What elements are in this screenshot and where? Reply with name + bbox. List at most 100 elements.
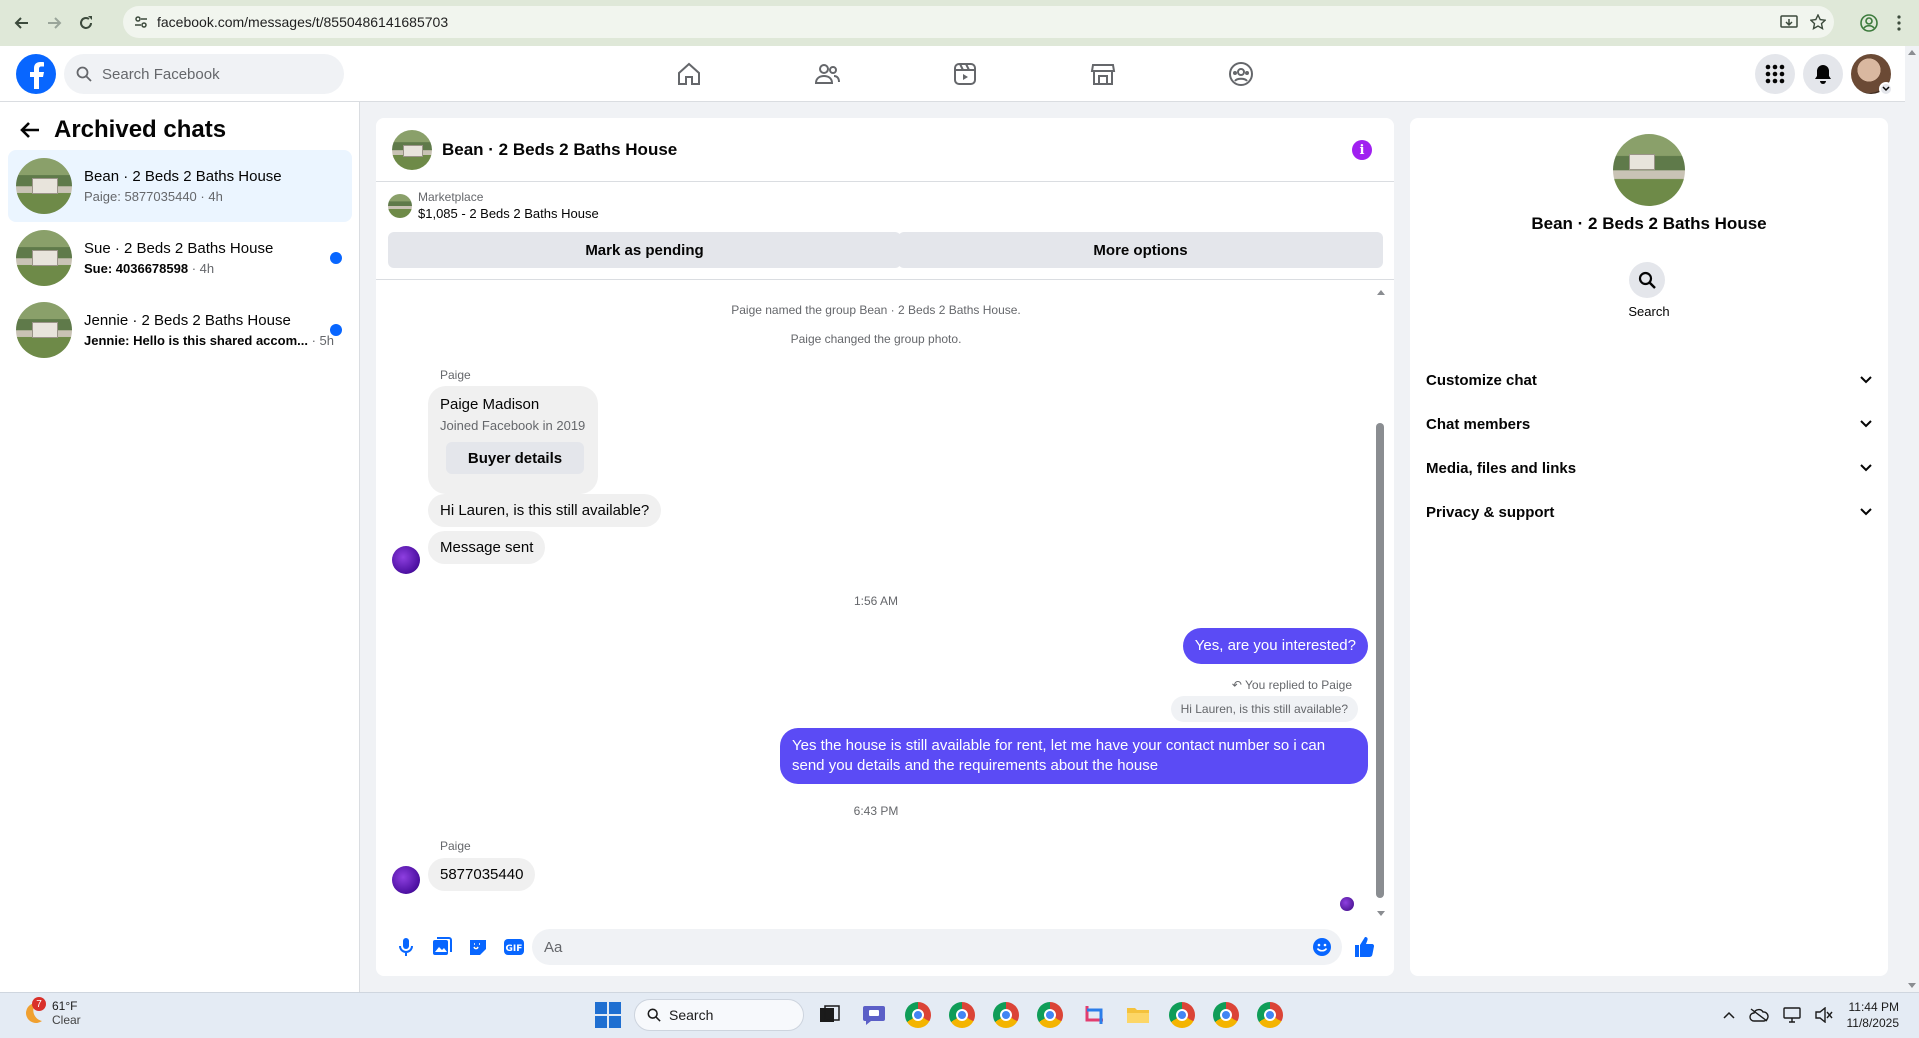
url-text: facebook.com/messages/t/8550486141685703 [157, 14, 449, 30]
unread-dot [330, 252, 342, 264]
weather-condition: Clear [52, 1013, 81, 1027]
onedrive-offline-icon[interactable] [1748, 1008, 1769, 1022]
chrome-icon[interactable] [1164, 997, 1200, 1033]
task-view-icon[interactable] [812, 997, 848, 1033]
message-composer: GIF Aa [376, 918, 1394, 976]
chat-list-item[interactable]: Jennie · 2 Beds 2 Baths House Jennie: He… [8, 294, 352, 366]
volume-muted-icon[interactable] [1814, 1007, 1833, 1023]
page-scrollbar[interactable] [1905, 46, 1919, 992]
windows-start-icon[interactable] [590, 997, 626, 1033]
chevron-up-icon[interactable] [1722, 1011, 1735, 1019]
gif-icon[interactable]: GIF [496, 929, 532, 965]
chevron-down-icon [1879, 82, 1893, 96]
chat-name: Bean · 2 Beds 2 Baths House [84, 168, 282, 185]
back-icon[interactable] [6, 7, 38, 39]
incoming-message[interactable]: Message sent [428, 531, 546, 564]
reply-icon: ↶ [1231, 678, 1246, 692]
outgoing-message[interactable]: Yes the house is still available for ren… [780, 728, 1368, 784]
groups-icon[interactable] [1172, 46, 1310, 102]
windows-taskbar: 7 61°F Clear Search 11:44 PM 11/8/2025 [0, 992, 1919, 1038]
chrome-icon[interactable] [900, 997, 936, 1033]
notifications-bell-icon[interactable] [1803, 54, 1843, 94]
bookmark-star-icon[interactable] [1810, 14, 1826, 30]
chrome-icon[interactable] [1252, 997, 1288, 1033]
facebook-logo-icon[interactable] [16, 54, 56, 94]
site-settings-icon[interactable] [133, 14, 149, 30]
network-icon[interactable] [1782, 1007, 1801, 1023]
customize-chat-section[interactable]: Customize chat [1426, 358, 1872, 402]
outgoing-message[interactable]: Yes, are you interested? [1182, 628, 1368, 664]
profile-icon[interactable] [1853, 7, 1885, 39]
snipping-tool-icon[interactable] [1076, 997, 1112, 1033]
message-input-placeholder: Aa [544, 938, 563, 956]
chat-list-item[interactable]: Bean · 2 Beds 2 Baths House Paige: 58770… [8, 150, 352, 222]
search-placeholder: Search Facebook [102, 65, 220, 83]
chat-thumbnail [16, 158, 72, 214]
chat-preview: Paige: 5877035440 [84, 189, 197, 204]
scroll-up-icon[interactable] [1907, 48, 1917, 56]
chat-name: Sue · 2 Beds 2 Baths House [84, 240, 274, 257]
friends-icon[interactable] [758, 46, 896, 102]
marketplace-icon[interactable] [1034, 46, 1172, 102]
more-options-button[interactable]: More options [898, 232, 1383, 268]
search-in-conversation-button[interactable] [1629, 262, 1665, 298]
facebook-search-input[interactable]: Search Facebook [64, 54, 344, 94]
incoming-message[interactable]: Hi Lauren, is this still available? [428, 494, 662, 527]
media-files-links-section[interactable]: Media, files and links [1426, 446, 1872, 490]
weather-temp: 61°F [52, 999, 78, 1013]
group-photo[interactable] [1613, 134, 1685, 206]
incoming-message[interactable]: 5877035440 [428, 858, 536, 891]
install-app-icon[interactable] [1780, 14, 1798, 30]
conversation-avatar[interactable] [392, 129, 432, 170]
sticker-icon[interactable] [460, 929, 496, 965]
scroll-up-icon[interactable] [1376, 288, 1386, 296]
like-thumb-icon[interactable] [1346, 929, 1382, 965]
mark-as-pending-button[interactable]: Mark as pending [388, 232, 901, 268]
chrome-icon[interactable] [1208, 997, 1244, 1033]
microphone-icon[interactable] [388, 929, 424, 965]
conversation-title[interactable]: Bean · 2 Beds 2 Baths House [442, 140, 677, 160]
reload-icon[interactable] [70, 7, 102, 39]
weather-widget[interactable]: 7 61°F Clear [18, 997, 81, 1027]
photo-icon[interactable] [424, 929, 460, 965]
group-name: Bean · 2 Beds 2 Baths House [1531, 214, 1767, 233]
address-bar[interactable]: facebook.com/messages/t/8550486141685703 [123, 6, 1834, 38]
menu-grid-icon[interactable] [1755, 54, 1795, 94]
chat-scroll-thumb[interactable] [1376, 423, 1384, 898]
chat-members-section[interactable]: Chat members [1426, 402, 1872, 446]
emoji-icon[interactable] [1312, 937, 1332, 957]
back-arrow-icon[interactable] [20, 121, 40, 139]
message-timestamp: 1:56 AM [853, 594, 899, 608]
search-icon [76, 66, 92, 82]
scroll-down-icon[interactable] [1907, 982, 1917, 990]
info-icon[interactable]: i [1352, 140, 1372, 160]
chrome-icon[interactable] [1032, 997, 1068, 1033]
svg-text:GIF: GIF [506, 944, 523, 954]
sidebar-title: Archived chats [54, 116, 227, 143]
home-icon[interactable] [620, 46, 758, 102]
privacy-support-section[interactable]: Privacy & support [1426, 490, 1872, 534]
teams-chat-icon[interactable] [856, 997, 892, 1033]
quoted-message[interactable]: Hi Lauren, is this still available? [1170, 696, 1358, 722]
chrome-icon[interactable] [944, 997, 980, 1033]
conversation-details-panel: Bean · 2 Beds 2 Baths House Search Custo… [1410, 118, 1888, 976]
system-message: Paige named the group Bean · 2 Beds 2 Ba… [731, 303, 1021, 317]
system-clock[interactable]: 11:44 PM 11/8/2025 [1847, 999, 1900, 1031]
browser-menu-icon[interactable] [1883, 7, 1915, 39]
taskbar-search[interactable]: Search [634, 999, 804, 1031]
message-input[interactable]: Aa [532, 929, 1342, 965]
forward-icon[interactable] [38, 7, 70, 39]
file-explorer-icon[interactable] [1120, 997, 1156, 1033]
chrome-icon[interactable] [988, 997, 1024, 1033]
scroll-down-icon[interactable] [1376, 910, 1386, 918]
sender-avatar[interactable] [392, 866, 420, 894]
account-avatar[interactable] [1851, 54, 1893, 96]
video-icon[interactable] [896, 46, 1034, 102]
sender-avatar[interactable] [392, 546, 420, 574]
chevron-down-icon [1860, 376, 1872, 384]
marketplace-listing[interactable]: Marketplace $1,085 - 2 Beds 2 Baths Hous… [388, 190, 599, 221]
chevron-down-icon [1860, 508, 1872, 516]
chat-list-item[interactable]: Sue · 2 Beds 2 Baths House Sue: 40366785… [8, 222, 352, 294]
buyer-details-button[interactable]: Buyer details [446, 442, 584, 474]
weather-badge: 7 [32, 997, 46, 1011]
